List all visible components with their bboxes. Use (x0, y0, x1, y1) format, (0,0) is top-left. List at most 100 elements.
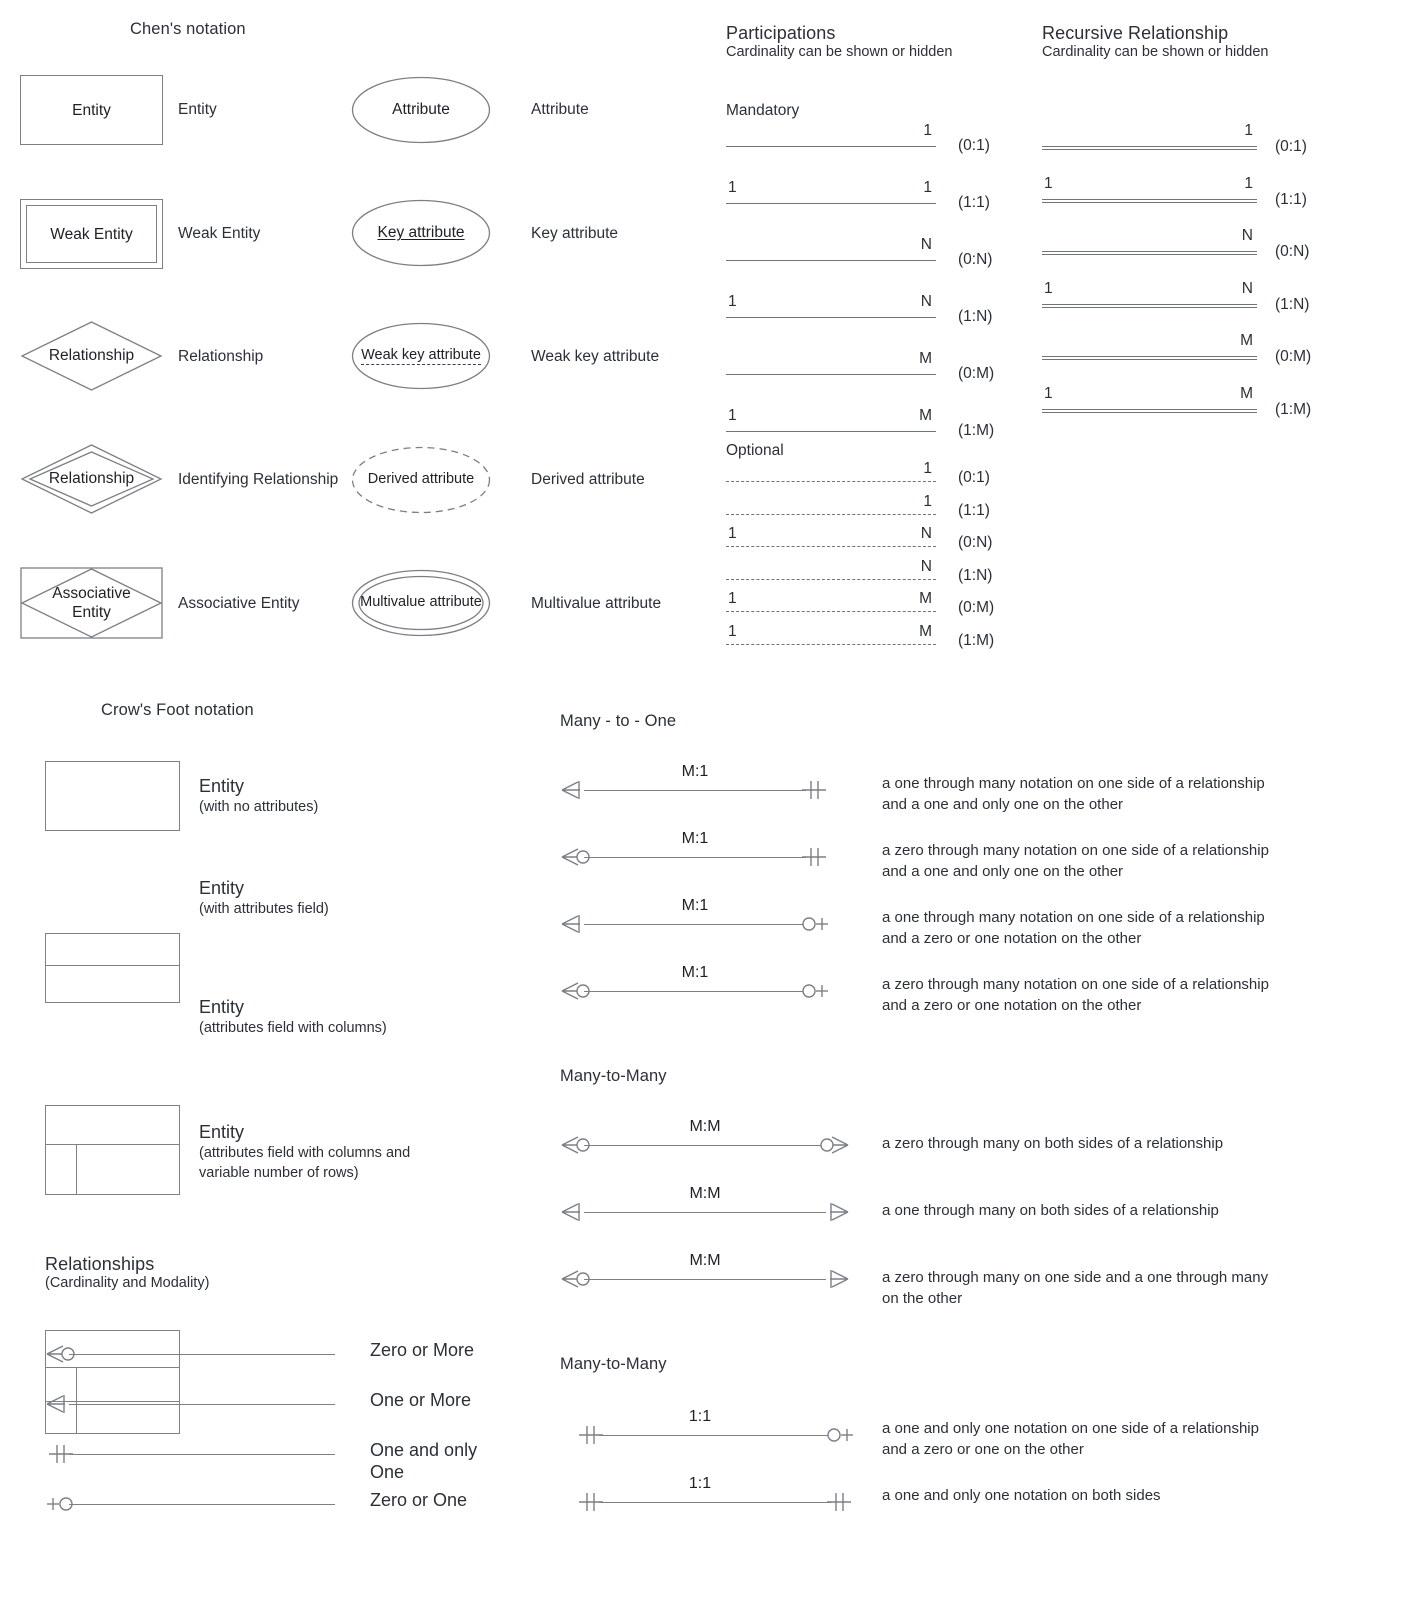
participation-right-value: 1 (1244, 174, 1253, 192)
chen-label-relationship: Relationship (178, 348, 264, 365)
cf-divider-horizontal (46, 1367, 179, 1368)
crowsfoot-end-zero-many (820, 1136, 849, 1154)
participation-line (726, 643, 936, 645)
participation-cardinality: (0:N) (1275, 243, 1310, 260)
recursive-title: Recursive Relationship (1042, 23, 1229, 43)
participation-line (1042, 251, 1257, 255)
participation-left-value: 1 (728, 179, 737, 196)
weak-key-attribute-underlined: Weak key attribute (361, 347, 481, 365)
chen-shape-key-attribute-text: Key attribute (351, 223, 491, 242)
participation-line (726, 481, 936, 482)
chen-shape-weak-entity: Weak Entity (20, 199, 163, 269)
associative-line-2: Entity (72, 604, 111, 621)
relationship-description: a one through many on both sides of a re… (882, 1202, 1219, 1219)
chen-shape-identifying-relationship: Relationship (20, 443, 163, 515)
participation-line (726, 578, 936, 580)
cf-entity-no-attributes (45, 761, 180, 831)
crowsfoot-relationship-row: Zero or More (45, 1330, 505, 1364)
chen-label-multivalue-attribute: Multivalue attribute (531, 595, 662, 612)
crowsfoot-title: Crow's Foot notation (101, 701, 254, 719)
participation-right-value: N (1241, 227, 1253, 244)
relationship-description: a one and only one notation on one side … (882, 1420, 1259, 1458)
relationship-line (69, 1404, 335, 1405)
chen-label-weak-key-attribute: Weak key attribute (531, 348, 660, 365)
one-to-one-title: Many-to-Many (560, 1355, 667, 1373)
chen-label-entity: Entity (178, 101, 217, 118)
participations-subtitle: Cardinality can be shown or hidden (726, 44, 953, 60)
cf-entity-attributes-columns (45, 1105, 180, 1195)
cf-entity-attributes-columns-rows-label: Entity (attributes field with columns an… (199, 1121, 410, 1183)
participation-cardinality: (1:N) (1275, 295, 1310, 313)
chen-label-key-attribute: Key attribute (531, 225, 619, 242)
participations-mandatory-label: Mandatory (726, 102, 800, 119)
relationships-subtitle: (Cardinality and Modality) (45, 1275, 210, 1291)
participation-right-value: M (919, 407, 932, 424)
chen-label-identifying-relationship: Identifying Relationship (178, 471, 339, 488)
crowsfoot-end-one-many (830, 1203, 849, 1221)
many-to-many-title: Many-to-Many (560, 1067, 667, 1085)
relationship-right-end (796, 978, 830, 1004)
participation-right-value: M (919, 590, 932, 607)
chen-shape-entity-text: Entity (72, 101, 111, 119)
relationship-right-end (816, 1266, 850, 1292)
participation-cardinality: (1:M) (958, 422, 995, 439)
chen-shape-multivalue-attribute: Multivalue attribute (351, 569, 491, 637)
relationship-right-end (821, 1489, 855, 1515)
cf-entity-4-detail: (attributes field with columns and varia… (199, 1145, 411, 1181)
relationship-description: a zero through many notation on one side… (882, 842, 1269, 880)
chen-label-weak-entity: Weak Entity (178, 225, 261, 242)
crowsfoot-relationship-row: M:M a zero through many on one side and a… (560, 1252, 1350, 1307)
participation-cardinality: (0:1) (958, 137, 990, 154)
chen-shape-associative-entity: Associative Entity (20, 567, 163, 639)
participation-cardinality: (1:N) (958, 566, 993, 584)
relationship-description: a one through many notation on one side … (882, 775, 1265, 813)
participation-line (726, 513, 936, 515)
participation-left-value: 1 (728, 407, 737, 424)
participation-cardinality: (1:1) (958, 501, 990, 519)
chen-shape-relationship-text: Relationship (48, 347, 135, 364)
participation-right-value: 1 (1244, 122, 1253, 139)
participation-right-value: 1 (923, 122, 932, 139)
relationship-right-end (821, 1422, 855, 1448)
relationship-line (584, 857, 806, 858)
participation-line (726, 374, 936, 375)
chen-shape-attribute-text: Attribute (392, 101, 450, 118)
participation-cardinality: (1:M) (958, 631, 995, 649)
crowsfoot-end-one-only (802, 848, 826, 866)
relationship-line (69, 1354, 335, 1355)
relationship-right-end (796, 911, 830, 937)
associative-line-1: Associative (52, 585, 131, 602)
participation-right-value: M (919, 622, 932, 640)
recursive-subtitle: Cardinality can be shown or hidden (1042, 44, 1269, 60)
participation-line (1042, 146, 1257, 150)
participation-line (726, 146, 936, 147)
relationship-description: a zero through many on one side and a on… (882, 1269, 1269, 1307)
participation-cardinality: (0:M) (958, 599, 995, 616)
relationship-right-end (796, 844, 830, 870)
crowsfoot-end-zero-one (827, 1428, 853, 1442)
participation-right-value: 1 (923, 179, 932, 196)
participation-cardinality: (1:1) (958, 194, 990, 211)
relationship-cardinality-label: M:1 (681, 763, 709, 780)
chen-label-attribute: Attribute (531, 101, 589, 118)
relationship-line (69, 1504, 335, 1505)
crowsfoot-relationship-row: M:1 a one through many notation on one si… (560, 763, 1350, 813)
relationship-line (584, 790, 806, 791)
relationship-description: a one through many notation on one side … (882, 909, 1265, 947)
relationship-right-end (816, 1132, 850, 1158)
chen-shape-identifying-relationship-text: Relationship (48, 470, 135, 487)
participation-cardinality: (0:N) (958, 534, 993, 551)
participation-line (726, 260, 936, 261)
crowsfoot-relationship-row: 1:1 a one and only one notation on one si… (560, 1408, 1350, 1458)
relationship-cardinality-label: M:M (689, 1185, 721, 1202)
relationship-description: a one and only one notation on both side… (882, 1487, 1161, 1504)
cf-entity-attributes-field-label: Entity (with attributes field) (199, 877, 329, 919)
chen-shape-weak-key-attribute-text: Weak key attribute (351, 346, 491, 365)
er-notation-cheatsheet: Chen's notation Entity Entity Weak Entit… (0, 0, 1404, 1624)
participation-line (1042, 408, 1257, 413)
participation-line (1042, 356, 1257, 360)
participation-right-value: M (1240, 384, 1253, 402)
participation-left-value: 1 (1044, 279, 1053, 297)
chen-shape-derived-attribute: Derived attribute (351, 446, 491, 514)
participation-cardinality: (0:1) (958, 469, 990, 486)
